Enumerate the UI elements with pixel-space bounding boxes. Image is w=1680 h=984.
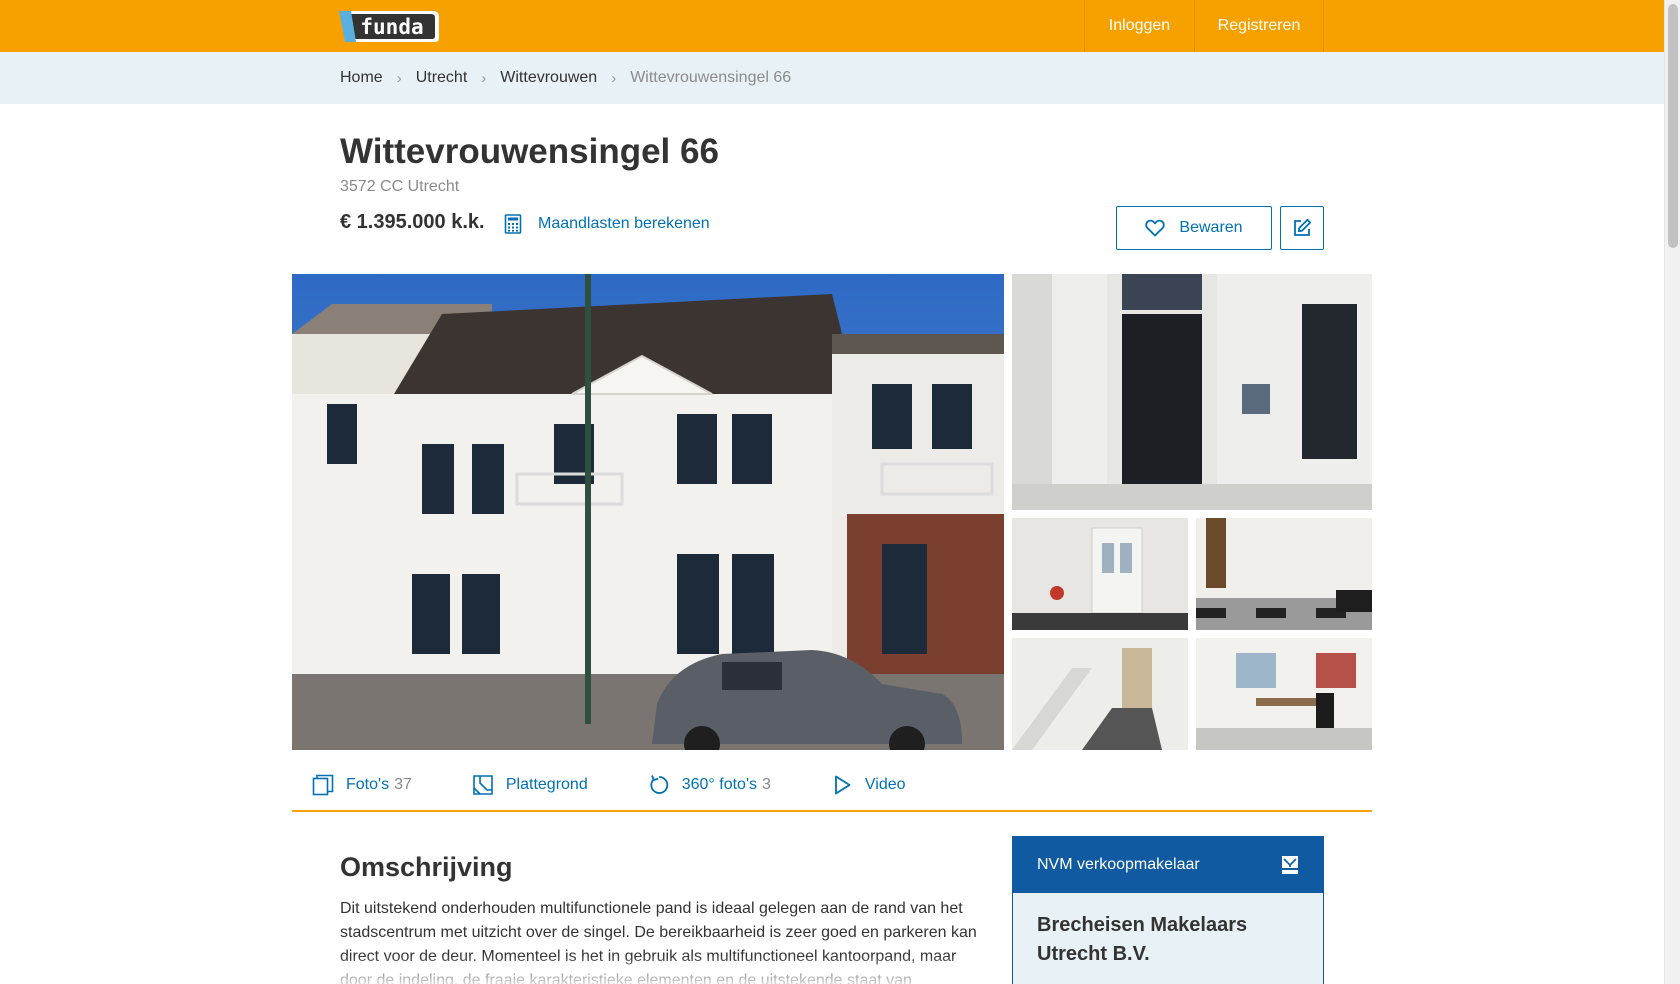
breadcrumb: Home › Utrecht › Wittevrouwen › Wittevro… xyxy=(340,52,791,104)
save-button-label: Bewaren xyxy=(1179,219,1243,236)
tab-video-label: Video xyxy=(864,776,906,793)
photos-icon xyxy=(312,774,334,796)
calculator-icon xyxy=(504,214,522,234)
floorplan-icon xyxy=(473,775,493,795)
chevron-right-icon: › xyxy=(611,69,617,87)
photo-hallway-entrance[interactable] xyxy=(1012,518,1188,630)
edit-note-button[interactable] xyxy=(1280,206,1324,250)
scrollbar-thumb[interactable] xyxy=(1668,4,1678,248)
mortgage-calc-link[interactable]: Maandlasten berekenen xyxy=(504,214,710,234)
rotate-360-icon xyxy=(650,775,668,794)
agent-name[interactable]: Brecheisen Makelaars Utrecht B.V. xyxy=(1013,893,1323,969)
media-tabs: Foto's 37 Plattegrond 360° foto's 3 Vide… xyxy=(292,760,1372,812)
top-header: funda Inloggen Registreren xyxy=(0,0,1664,52)
tab-photos-label: Foto's xyxy=(346,776,390,793)
mortgage-calc-label: Maandlasten berekenen xyxy=(538,215,710,232)
price: € 1.395.000 k.k. xyxy=(340,211,485,233)
breadcrumb-current: Wittevrouwensingel 66 xyxy=(630,69,792,86)
photo-corridor[interactable] xyxy=(1196,518,1372,630)
nvm-logo-icon xyxy=(1282,856,1298,874)
edit-icon xyxy=(1294,218,1312,236)
tab-360-count: 3 xyxy=(762,776,771,793)
save-button[interactable]: Bewaren xyxy=(1116,206,1272,250)
breadcrumb-bar: Home › Utrecht › Wittevrouwen › Wittevro… xyxy=(0,52,1664,104)
description-heading: Omschrijving xyxy=(340,852,513,882)
tab-floorplan[interactable]: Plattegrond xyxy=(472,774,588,796)
tab-360-label: 360° foto's xyxy=(681,776,757,793)
register-link[interactable]: Registreren xyxy=(1194,0,1324,52)
chevron-right-icon: › xyxy=(396,69,402,87)
breadcrumb-neighbourhood[interactable]: Wittevrouwen xyxy=(500,69,597,87)
postal-address: 3572 CC Utrecht xyxy=(340,178,460,195)
tab-photos-count: 37 xyxy=(394,776,412,793)
page-scrollbar[interactable] xyxy=(1664,0,1680,984)
agent-card-header: NVM verkoopmakelaar xyxy=(1013,837,1323,893)
tab-floorplan-label: Plattegrond xyxy=(505,776,588,793)
breadcrumb-city[interactable]: Utrecht xyxy=(416,69,468,87)
photo-office-room[interactable] xyxy=(1196,638,1372,750)
main-photo[interactable] xyxy=(292,274,1004,750)
tab-video[interactable]: Video xyxy=(831,774,906,796)
tab-360-photos[interactable]: 360° foto's 3 xyxy=(648,774,771,796)
agent-type-label: NVM verkoopmakelaar xyxy=(1037,856,1200,873)
top-nav: Inloggen Registreren xyxy=(1084,0,1324,52)
agent-card: NVM verkoopmakelaar Brecheisen Makelaars… xyxy=(1012,836,1324,984)
login-link[interactable]: Inloggen xyxy=(1084,0,1194,52)
photo-front-door[interactable] xyxy=(1012,274,1372,510)
logo-text: funda xyxy=(360,14,424,39)
page-title: Wittevrouwensingel 66 xyxy=(340,132,719,171)
tab-photos[interactable]: Foto's 37 xyxy=(312,774,412,796)
breadcrumb-home[interactable]: Home xyxy=(340,69,383,87)
play-icon xyxy=(835,775,851,795)
description-fade xyxy=(340,955,1000,984)
heart-icon xyxy=(1145,219,1166,237)
chevron-right-icon: › xyxy=(481,69,487,87)
photo-staircase[interactable] xyxy=(1012,638,1188,750)
funda-logo[interactable]: funda xyxy=(339,8,441,45)
